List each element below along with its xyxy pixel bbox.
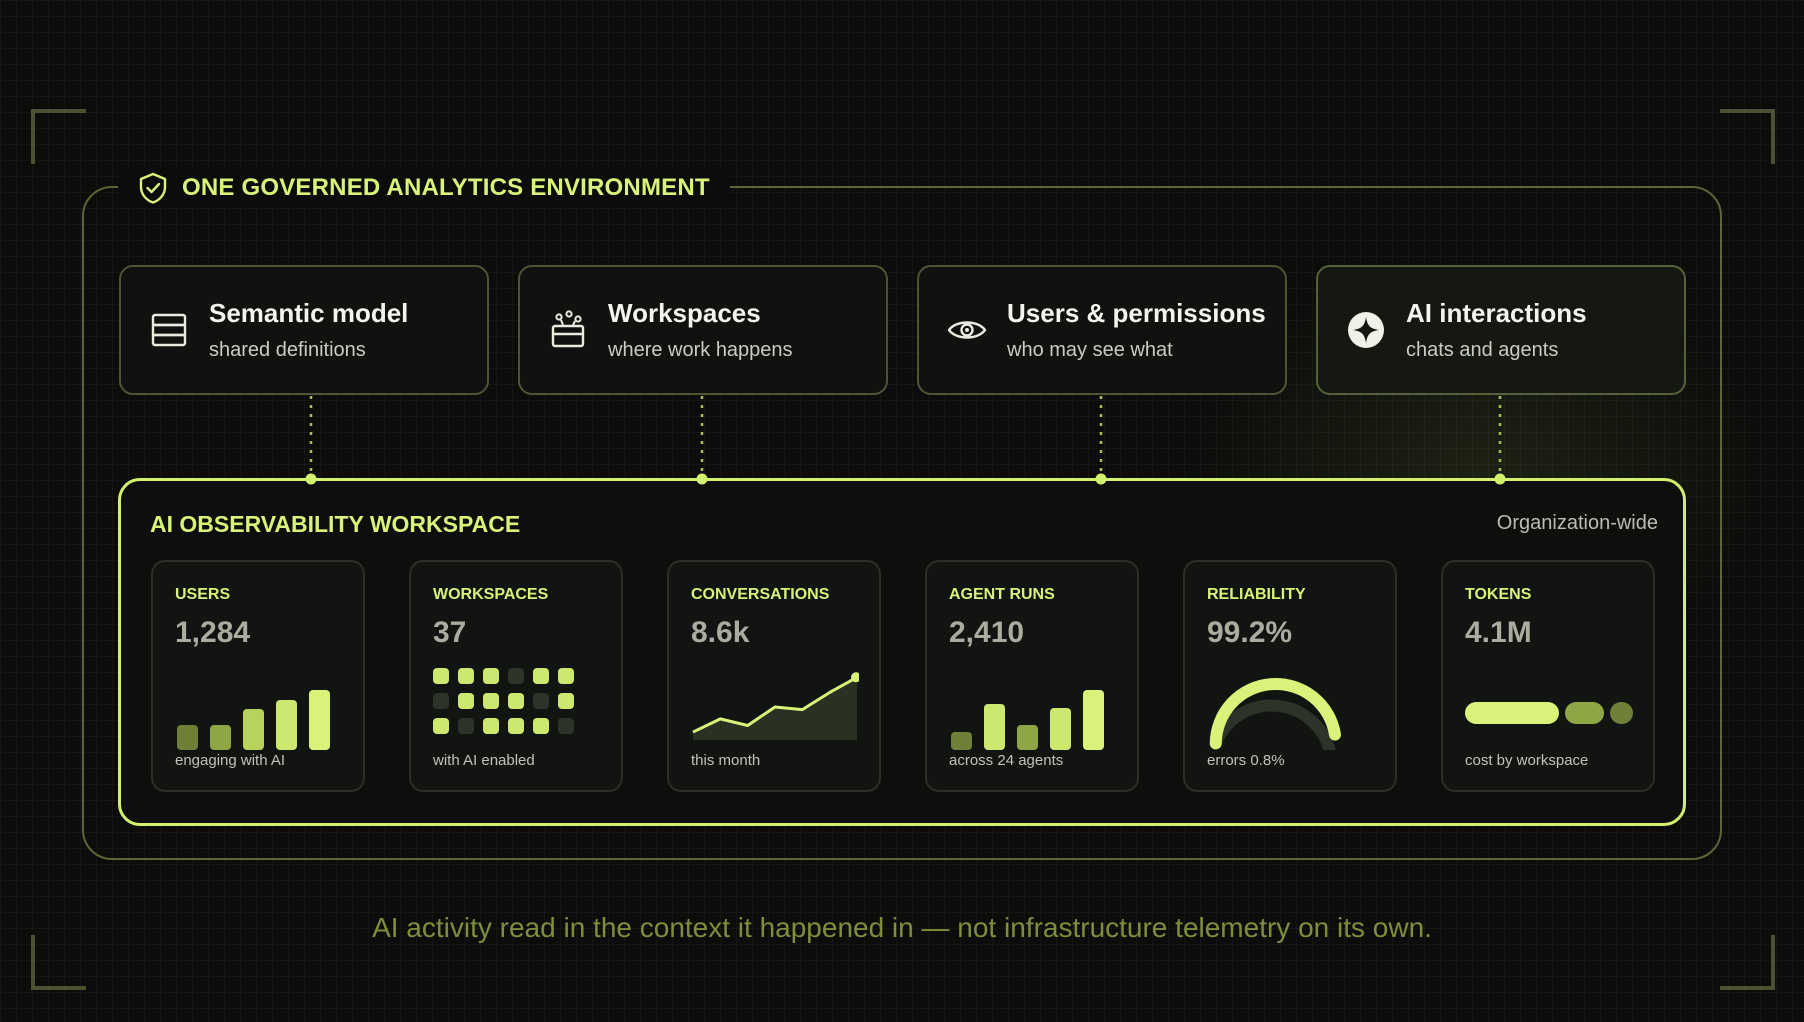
metric-card-users[interactable]: USERS 1,284 engaging with AI [151,560,365,792]
ai-interactions-title: AI interactions [1406,298,1587,328]
metric-caption: cost by workspace [1465,752,1589,769]
dot-on [483,718,499,734]
dot-on [458,693,474,709]
dot-on [433,718,449,734]
token-segment [1565,702,1604,724]
sparkle-icon [1346,310,1386,350]
workspaces-card[interactable]: Workspaces where work happens [518,265,888,395]
reliability-gauge [1207,660,1375,763]
dot-off [458,718,474,734]
shield-check-icon [139,172,167,204]
dot-on [558,668,574,684]
bar [210,725,231,750]
metric-card-workspaces[interactable]: WORKSPACES 37 with AI enabled [409,560,623,792]
semantic-model-card[interactable]: Semantic model shared definitions [119,265,489,395]
token-segment [1610,702,1633,724]
dot-on [533,668,549,684]
bar [243,709,264,750]
environment-label: ONE GOVERNED ANALYTICS ENVIRONMENT [118,168,730,208]
users-permissions-card[interactable]: Users & permissions who may see what [917,265,1287,395]
dot-on [483,693,499,709]
users-permissions-subtitle: who may see what [1007,339,1173,361]
users-permissions-title: Users & permissions [1007,298,1266,328]
dot-on [433,668,449,684]
ai-interactions-card[interactable]: AI interactions chats and agents [1316,265,1686,395]
token-segment [1465,702,1559,724]
dot-on [508,718,524,734]
metric-card-agent-runs[interactable]: AGENT RUNS 2,410 across 24 agents [925,560,1139,792]
workspaces-title: Workspaces [608,298,761,328]
gauge-track [1209,699,1337,763]
bar [1050,708,1071,750]
dot-on [558,693,574,709]
metric-label: CONVERSATIONS [691,586,830,603]
bar [276,700,297,750]
workspace-box-icon [548,310,588,350]
workspace-scope: Organization-wide [1496,512,1658,534]
dot-on [533,718,549,734]
bar [309,690,330,750]
corner-bracket-top-left [31,109,86,164]
metric-label: USERS [175,586,231,603]
dot-on [508,693,524,709]
users-bar-chart [175,660,343,750]
dot-on [458,668,474,684]
metric-value: 37 [433,616,467,649]
dot-off [558,718,574,734]
workspaces-dot-grid [433,660,601,750]
layers-stack-icon [149,310,189,350]
dot-on [483,668,499,684]
metric-card-reliability[interactable]: RELIABILITY 99.2% errors 0.8% [1183,560,1397,792]
metric-label: RELIABILITY [1207,586,1306,603]
bar [1017,725,1038,750]
metric-value: 4.1M [1465,616,1532,649]
semantic-model-title: Semantic model [209,298,409,328]
metric-label: WORKSPACES [433,586,549,603]
bar [984,704,1005,750]
bar [951,732,972,750]
semantic-model-subtitle: shared definitions [209,339,366,361]
metric-label: TOKENS [1465,586,1532,603]
dot-off [533,693,549,709]
metric-caption: errors 0.8% [1207,752,1285,769]
footer-caption: AI activity read in the context it happe… [372,912,1432,943]
workspaces-subtitle: where work happens [608,339,793,361]
metric-caption: this month [691,752,761,769]
bar [1083,690,1104,750]
workspace-title: AI OBSERVABILITY WORKSPACE [150,511,521,537]
metric-value: 99.2% [1207,616,1293,649]
metric-caption: with AI enabled [433,752,535,769]
ai-interactions-subtitle: chats and agents [1406,339,1559,361]
eye-icon [947,310,987,350]
agent-runs-bar-chart [949,660,1117,750]
corner-bracket-top-right [1720,109,1775,164]
bar [177,725,198,750]
environment-title: ONE GOVERNED ANALYTICS ENVIRONMENT [182,174,710,201]
tokens-segmented-bar [1465,660,1633,750]
metric-card-tokens[interactable]: TOKENS 4.1M cost by workspace [1441,560,1655,792]
dot-off [433,693,449,709]
metric-caption: engaging with AI [175,752,286,769]
metric-card-conversations[interactable]: CONVERSATIONS 8.6k this month [667,560,881,792]
dot-off [508,668,524,684]
metric-caption: across 24 agents [949,752,1064,769]
metric-value: 8.6k [691,616,750,649]
metric-value: 2,410 [949,616,1025,649]
conversations-line-chart [691,660,861,750]
metric-label: AGENT RUNS [949,586,1055,603]
metric-value: 1,284 [175,616,251,649]
